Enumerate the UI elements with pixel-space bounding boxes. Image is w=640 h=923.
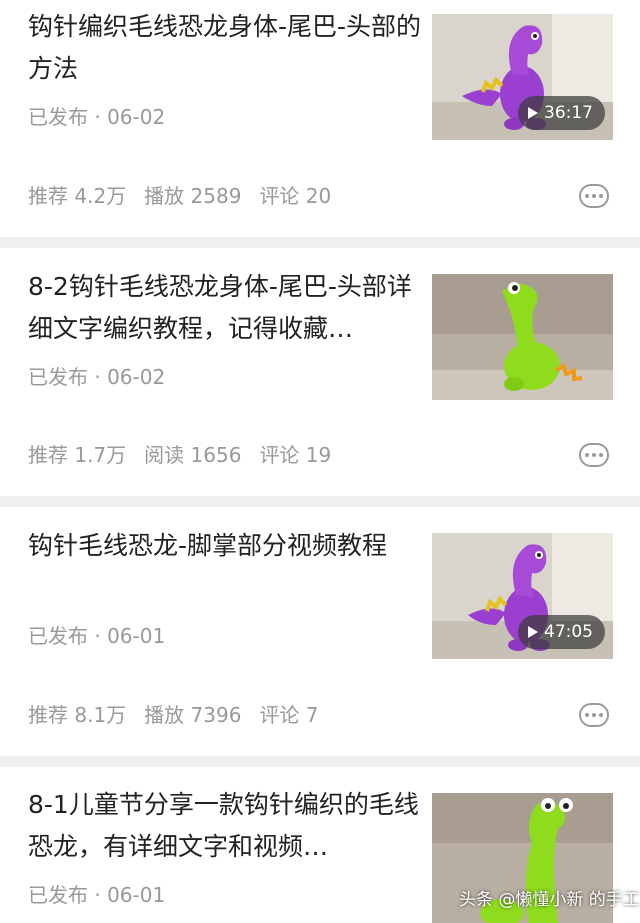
article-card[interactable]: 钩针毛线恐龙-脚掌部分视频教程 已发布 · 06-01 47:05 推荐 8.1…: [0, 507, 640, 756]
duration-text: 47:05: [544, 622, 593, 642]
more-dot-icon: [599, 713, 603, 717]
article-title[interactable]: 8-2钩针毛线恐龙身体-尾巴-头部详细文字编织教程，记得收藏…: [28, 266, 426, 350]
more-dot-icon: [599, 194, 603, 198]
read-count: 阅读 1656: [144, 443, 242, 467]
publish-status: 已发布 · 06-02: [28, 105, 166, 129]
article-title[interactable]: 钩针编织毛线恐龙身体-尾巴-头部的方法: [28, 6, 426, 90]
article-stats: 推荐 4.2万 播放 2589 评论 20: [28, 183, 349, 209]
recommend-count: 推荐 1.7万: [28, 443, 127, 467]
recommend-count: 推荐 4.2万: [28, 184, 127, 208]
article-feed: 钩针编织毛线恐龙身体-尾巴-头部的方法 已发布 · 06-02 36:17 推荐…: [0, 0, 640, 923]
view-count: 播放 2589: [144, 184, 242, 208]
view-count: 播放 7396: [144, 703, 242, 727]
article-stats: 推荐 8.1万 播放 7396 评论 7: [28, 702, 337, 728]
publish-status: 已发布 · 06-01: [28, 883, 166, 907]
duration-text: 36:17: [544, 103, 593, 123]
article-thumbnail[interactable]: [432, 274, 613, 400]
recommend-count: 推荐 8.1万: [28, 703, 127, 727]
video-duration-badge: 36:17: [518, 96, 605, 130]
more-dot-icon: [585, 713, 589, 717]
more-dot-icon: [599, 453, 603, 457]
publish-status: 已发布 · 06-01: [28, 624, 166, 648]
article-card[interactable]: 8-2钩针毛线恐龙身体-尾巴-头部详细文字编织教程，记得收藏… 已发布 · 06…: [0, 248, 640, 496]
video-thumbnail[interactable]: 36:17: [432, 14, 613, 140]
play-icon: [528, 626, 538, 638]
more-dot-icon: [585, 194, 589, 198]
comment-count: 评论 20: [259, 184, 332, 208]
publish-status: 已发布 · 06-02: [28, 365, 166, 389]
watermark: 头条 @懒懂小新 的手工: [459, 890, 640, 910]
more-options-button[interactable]: [579, 443, 609, 467]
play-icon: [528, 107, 538, 119]
more-dot-icon: [592, 453, 596, 457]
video-duration-badge: 47:05: [518, 615, 605, 649]
video-thumbnail[interactable]: 47:05: [432, 533, 613, 659]
article-title[interactable]: 8-1儿童节分享一款钩针编织的毛线恐龙，有详细文字和视频…: [28, 784, 426, 868]
more-options-button[interactable]: [579, 703, 609, 727]
more-dot-icon: [592, 194, 596, 198]
article-stats: 推荐 1.7万 阅读 1656 评论 19: [28, 442, 349, 468]
more-options-button[interactable]: [579, 184, 609, 208]
more-dot-icon: [585, 453, 589, 457]
comment-count: 评论 19: [259, 443, 332, 467]
comment-count: 评论 7: [259, 703, 319, 727]
article-card[interactable]: 钩针编织毛线恐龙身体-尾巴-头部的方法 已发布 · 06-02 36:17 推荐…: [0, 0, 640, 237]
article-title[interactable]: 钩针毛线恐龙-脚掌部分视频教程: [28, 525, 426, 567]
more-dot-icon: [592, 713, 596, 717]
